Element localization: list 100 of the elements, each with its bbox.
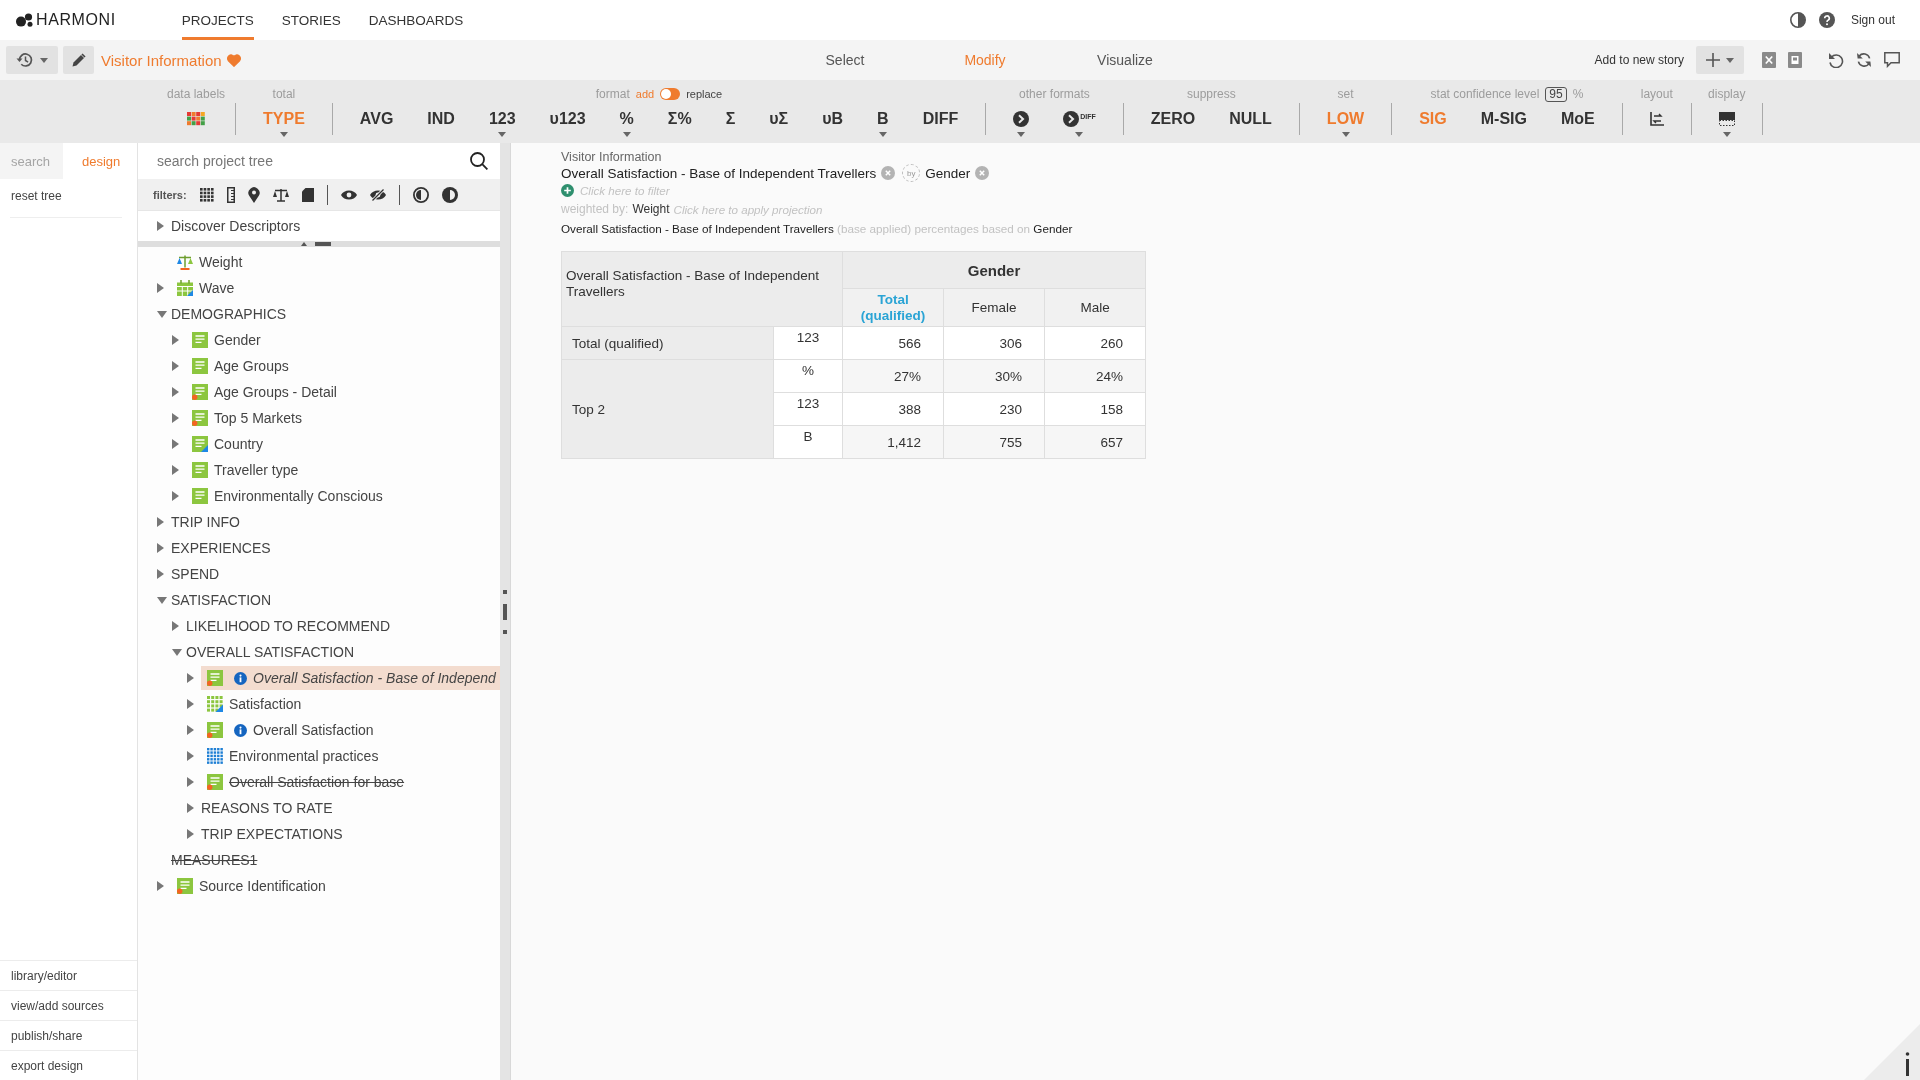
caret-icon[interactable] (172, 387, 179, 397)
tree-item[interactable]: Age Groups (186, 354, 293, 378)
add-to-story-link[interactable]: Add to new story (1594, 53, 1684, 67)
tree-item[interactable]: Overall Satisfaction (201, 718, 378, 742)
tree-item[interactable]: Environmental practices (201, 744, 383, 768)
toolbar-button[interactable]: M-SIG (1463, 106, 1544, 140)
undo-icon[interactable] (1828, 52, 1844, 68)
info-icon[interactable] (234, 723, 247, 737)
mode-tab[interactable]: Select (821, 49, 869, 71)
caret-icon[interactable] (157, 596, 167, 604)
toolbar-button[interactable]: MoE (1543, 106, 1612, 140)
sidebar-link[interactable]: publish/share (0, 1020, 137, 1050)
resize-handle[interactable] (503, 589, 507, 634)
caret-icon[interactable] (172, 621, 179, 631)
toolbar-button[interactable]: DIFF (905, 106, 976, 140)
history-button[interactable] (6, 46, 58, 74)
tree-item[interactable]: Overall Satisfaction for base (201, 770, 409, 794)
toggle-switch[interactable] (660, 88, 681, 100)
tree-item[interactable]: DEMOGRAPHICS (171, 302, 291, 326)
confidence-field[interactable]: 95 (1545, 86, 1567, 102)
help-icon[interactable] (1818, 12, 1835, 28)
add-icon[interactable] (561, 183, 574, 197)
tree-item[interactable]: Gender (186, 328, 265, 352)
toolbar-button[interactable]: ᴜB (805, 106, 861, 140)
toolbar-button[interactable]: Σ% (650, 106, 709, 140)
tree-item[interactable]: Satisfaction (201, 692, 306, 716)
caret-icon[interactable] (187, 673, 194, 683)
nav-tab[interactable]: STORIES (281, 0, 341, 40)
tree-item[interactable]: SATISFACTION (171, 588, 276, 612)
sidebar-link[interactable]: view/add sources (0, 990, 137, 1020)
half-circle-icon[interactable] (441, 186, 458, 203)
toolbar-button[interactable]: 123 (471, 106, 533, 140)
half-circle-icon[interactable] (412, 186, 429, 203)
spreadsheet-icon[interactable] (1762, 52, 1776, 68)
caret-icon[interactable] (157, 283, 164, 293)
caret-icon[interactable] (172, 648, 182, 656)
eye-icon[interactable] (340, 189, 357, 200)
tree-item[interactable]: Weight (171, 250, 247, 274)
caret-icon[interactable] (172, 413, 179, 423)
toolbar-button[interactable]: ZERO (1133, 106, 1213, 140)
tree-item[interactable]: Age Groups - Detail (186, 380, 341, 404)
toolbar-button[interactable]: % (602, 106, 651, 140)
tree-item[interactable]: Country (186, 432, 268, 456)
caret-icon[interactable] (172, 439, 179, 449)
tree-item[interactable]: OVERALL SATISFACTION (186, 640, 359, 664)
tree-item[interactable]: MEASURES1 (171, 848, 262, 872)
caret-icon[interactable] (187, 751, 194, 761)
caret-icon[interactable] (157, 569, 164, 579)
tree-item[interactable]: EXPERIENCES (171, 536, 275, 560)
tree-item[interactable]: Source Identification (171, 874, 330, 898)
caret-icon[interactable] (187, 725, 194, 735)
caret-icon[interactable] (172, 491, 179, 501)
sidebar-link[interactable]: export design (0, 1050, 137, 1080)
toolbar-button[interactable]: AVG (342, 106, 411, 140)
tree-item[interactable]: TRIP INFO (171, 510, 244, 534)
tree-item[interactable]: TRIP EXPECTATIONS (201, 822, 347, 846)
tree-item[interactable]: LIKELIHOOD TO RECOMMEND (186, 614, 395, 638)
tree-item[interactable]: Environmentally Conscious (186, 484, 387, 508)
info-icon[interactable] (234, 671, 247, 685)
row-variable-label[interactable]: Overall Satisfaction - Base of Independent Travellers (561, 165, 877, 181)
drag-handle-icon[interactable] (301, 241, 331, 246)
caret-icon[interactable] (187, 777, 194, 787)
column-header[interactable]: Male (1044, 288, 1146, 327)
toolbar-button[interactable]: NULL (1212, 106, 1289, 140)
eye-slash-icon[interactable] (369, 188, 386, 201)
presentation-icon[interactable] (1788, 52, 1802, 68)
document-icon[interactable] (301, 187, 314, 202)
sign-out-link[interactable]: Sign out (1850, 13, 1895, 27)
tree-item[interactable]: Wave (171, 276, 239, 300)
tree-item[interactable]: Traveller type (186, 458, 303, 482)
balance-icon[interactable] (272, 187, 289, 202)
contrast-icon[interactable] (1789, 12, 1806, 28)
tree-item[interactable]: Discover Descriptors (171, 214, 305, 238)
tree-item[interactable]: Top 5 Markets (186, 406, 306, 430)
mode-tab[interactable]: Visualize (1093, 49, 1157, 71)
tree-item[interactable]: Overall Satisfaction - Base of Independ (201, 666, 500, 690)
caret-icon[interactable] (157, 221, 164, 231)
caret-icon[interactable] (187, 829, 194, 839)
caret-icon[interactable] (172, 335, 179, 345)
refresh-icon[interactable] (1856, 52, 1872, 68)
column-header[interactable]: Female (943, 288, 1045, 327)
toolbar-button[interactable]: IND (410, 106, 472, 140)
ruler-icon[interactable] (226, 186, 235, 203)
caret-icon[interactable] (187, 803, 194, 813)
caret-icon[interactable] (157, 310, 167, 318)
grid-icon[interactable] (199, 187, 214, 202)
heart-icon[interactable] (226, 53, 241, 67)
comment-icon[interactable] (1884, 52, 1900, 68)
pin-icon[interactable] (247, 186, 260, 203)
caret-icon[interactable] (172, 465, 179, 475)
caret-icon[interactable] (157, 517, 164, 527)
add-button[interactable] (1696, 46, 1744, 74)
caret-icon[interactable] (157, 543, 164, 553)
caret-icon[interactable] (172, 361, 179, 371)
caret-icon[interactable] (157, 881, 164, 891)
toolbar-button[interactable]: ᴜ123 (532, 106, 603, 140)
search-icon[interactable] (470, 152, 488, 170)
column-variable-label[interactable]: Gender (925, 165, 971, 181)
toolbar-button[interactable]: B (860, 106, 906, 140)
reset-tree-link[interactable]: reset tree (11, 189, 62, 203)
